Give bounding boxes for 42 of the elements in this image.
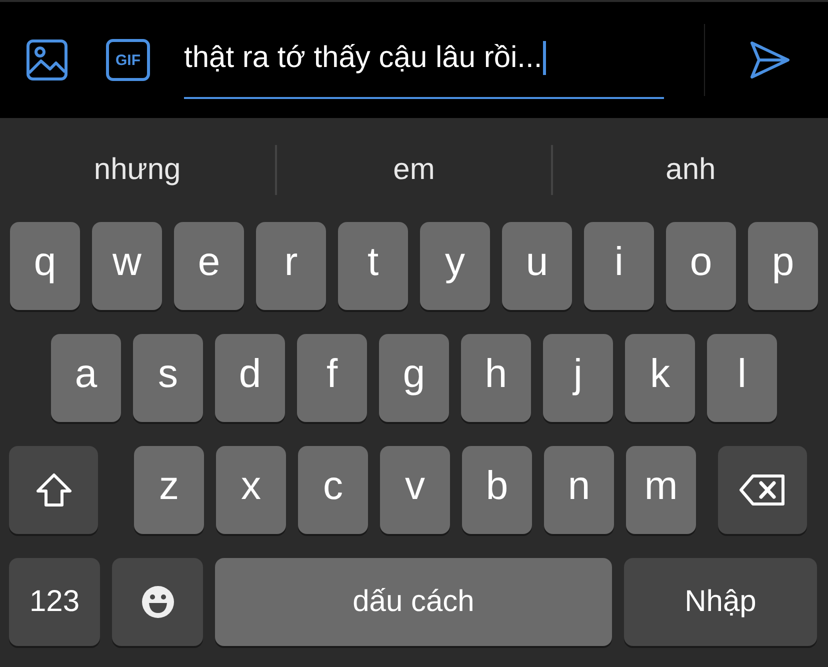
smiley-icon [140, 585, 174, 619]
letter-key[interactable]: m [626, 446, 696, 534]
suggestion[interactable]: em [276, 144, 552, 196]
letter-key[interactable]: d [215, 334, 285, 422]
letter-key[interactable]: w [92, 222, 162, 310]
backspace-key[interactable] [718, 446, 807, 534]
gif-button[interactable]: GIF [106, 39, 150, 81]
letter-key[interactable]: k [625, 334, 695, 422]
letter-key[interactable]: l [707, 334, 777, 422]
letter-key[interactable]: p [748, 222, 818, 310]
letter-key[interactable]: x [216, 446, 286, 534]
letter-key[interactable]: n [544, 446, 614, 534]
letter-key[interactable]: h [461, 334, 531, 422]
letter-key[interactable]: s [133, 334, 203, 422]
message-field[interactable]: thật ra tớ thấy cậu lâu rồi... [184, 41, 664, 99]
letter-key[interactable]: t [338, 222, 408, 310]
letter-key[interactable]: q [10, 222, 80, 310]
image-icon[interactable] [26, 39, 68, 81]
letter-key[interactable]: i [584, 222, 654, 310]
letter-key[interactable]: r [256, 222, 326, 310]
shift-icon [34, 472, 72, 508]
send-icon[interactable] [749, 40, 791, 80]
backspace-icon [738, 473, 786, 507]
space-key[interactable]: dấu cách [215, 558, 612, 646]
shift-key[interactable] [9, 446, 98, 534]
letter-key[interactable]: a [51, 334, 121, 422]
letter-key[interactable]: e [174, 222, 244, 310]
letter-key[interactable]: u [502, 222, 572, 310]
letter-key[interactable]: f [297, 334, 367, 422]
letter-key[interactable]: b [462, 446, 532, 534]
letter-key[interactable]: o [666, 222, 736, 310]
suggestion[interactable]: nhưng [0, 144, 275, 196]
letter-key[interactable]: v [380, 446, 450, 534]
return-key[interactable]: Nhập [624, 558, 817, 646]
numbers-key[interactable]: 123 [9, 558, 100, 646]
emoji-key[interactable] [112, 558, 203, 646]
letter-key[interactable]: c [298, 446, 368, 534]
suggestion[interactable]: anh [553, 144, 828, 196]
letter-key[interactable]: j [543, 334, 613, 422]
letter-key[interactable]: y [420, 222, 490, 310]
letter-key[interactable]: g [379, 334, 449, 422]
letter-key[interactable]: z [134, 446, 204, 534]
